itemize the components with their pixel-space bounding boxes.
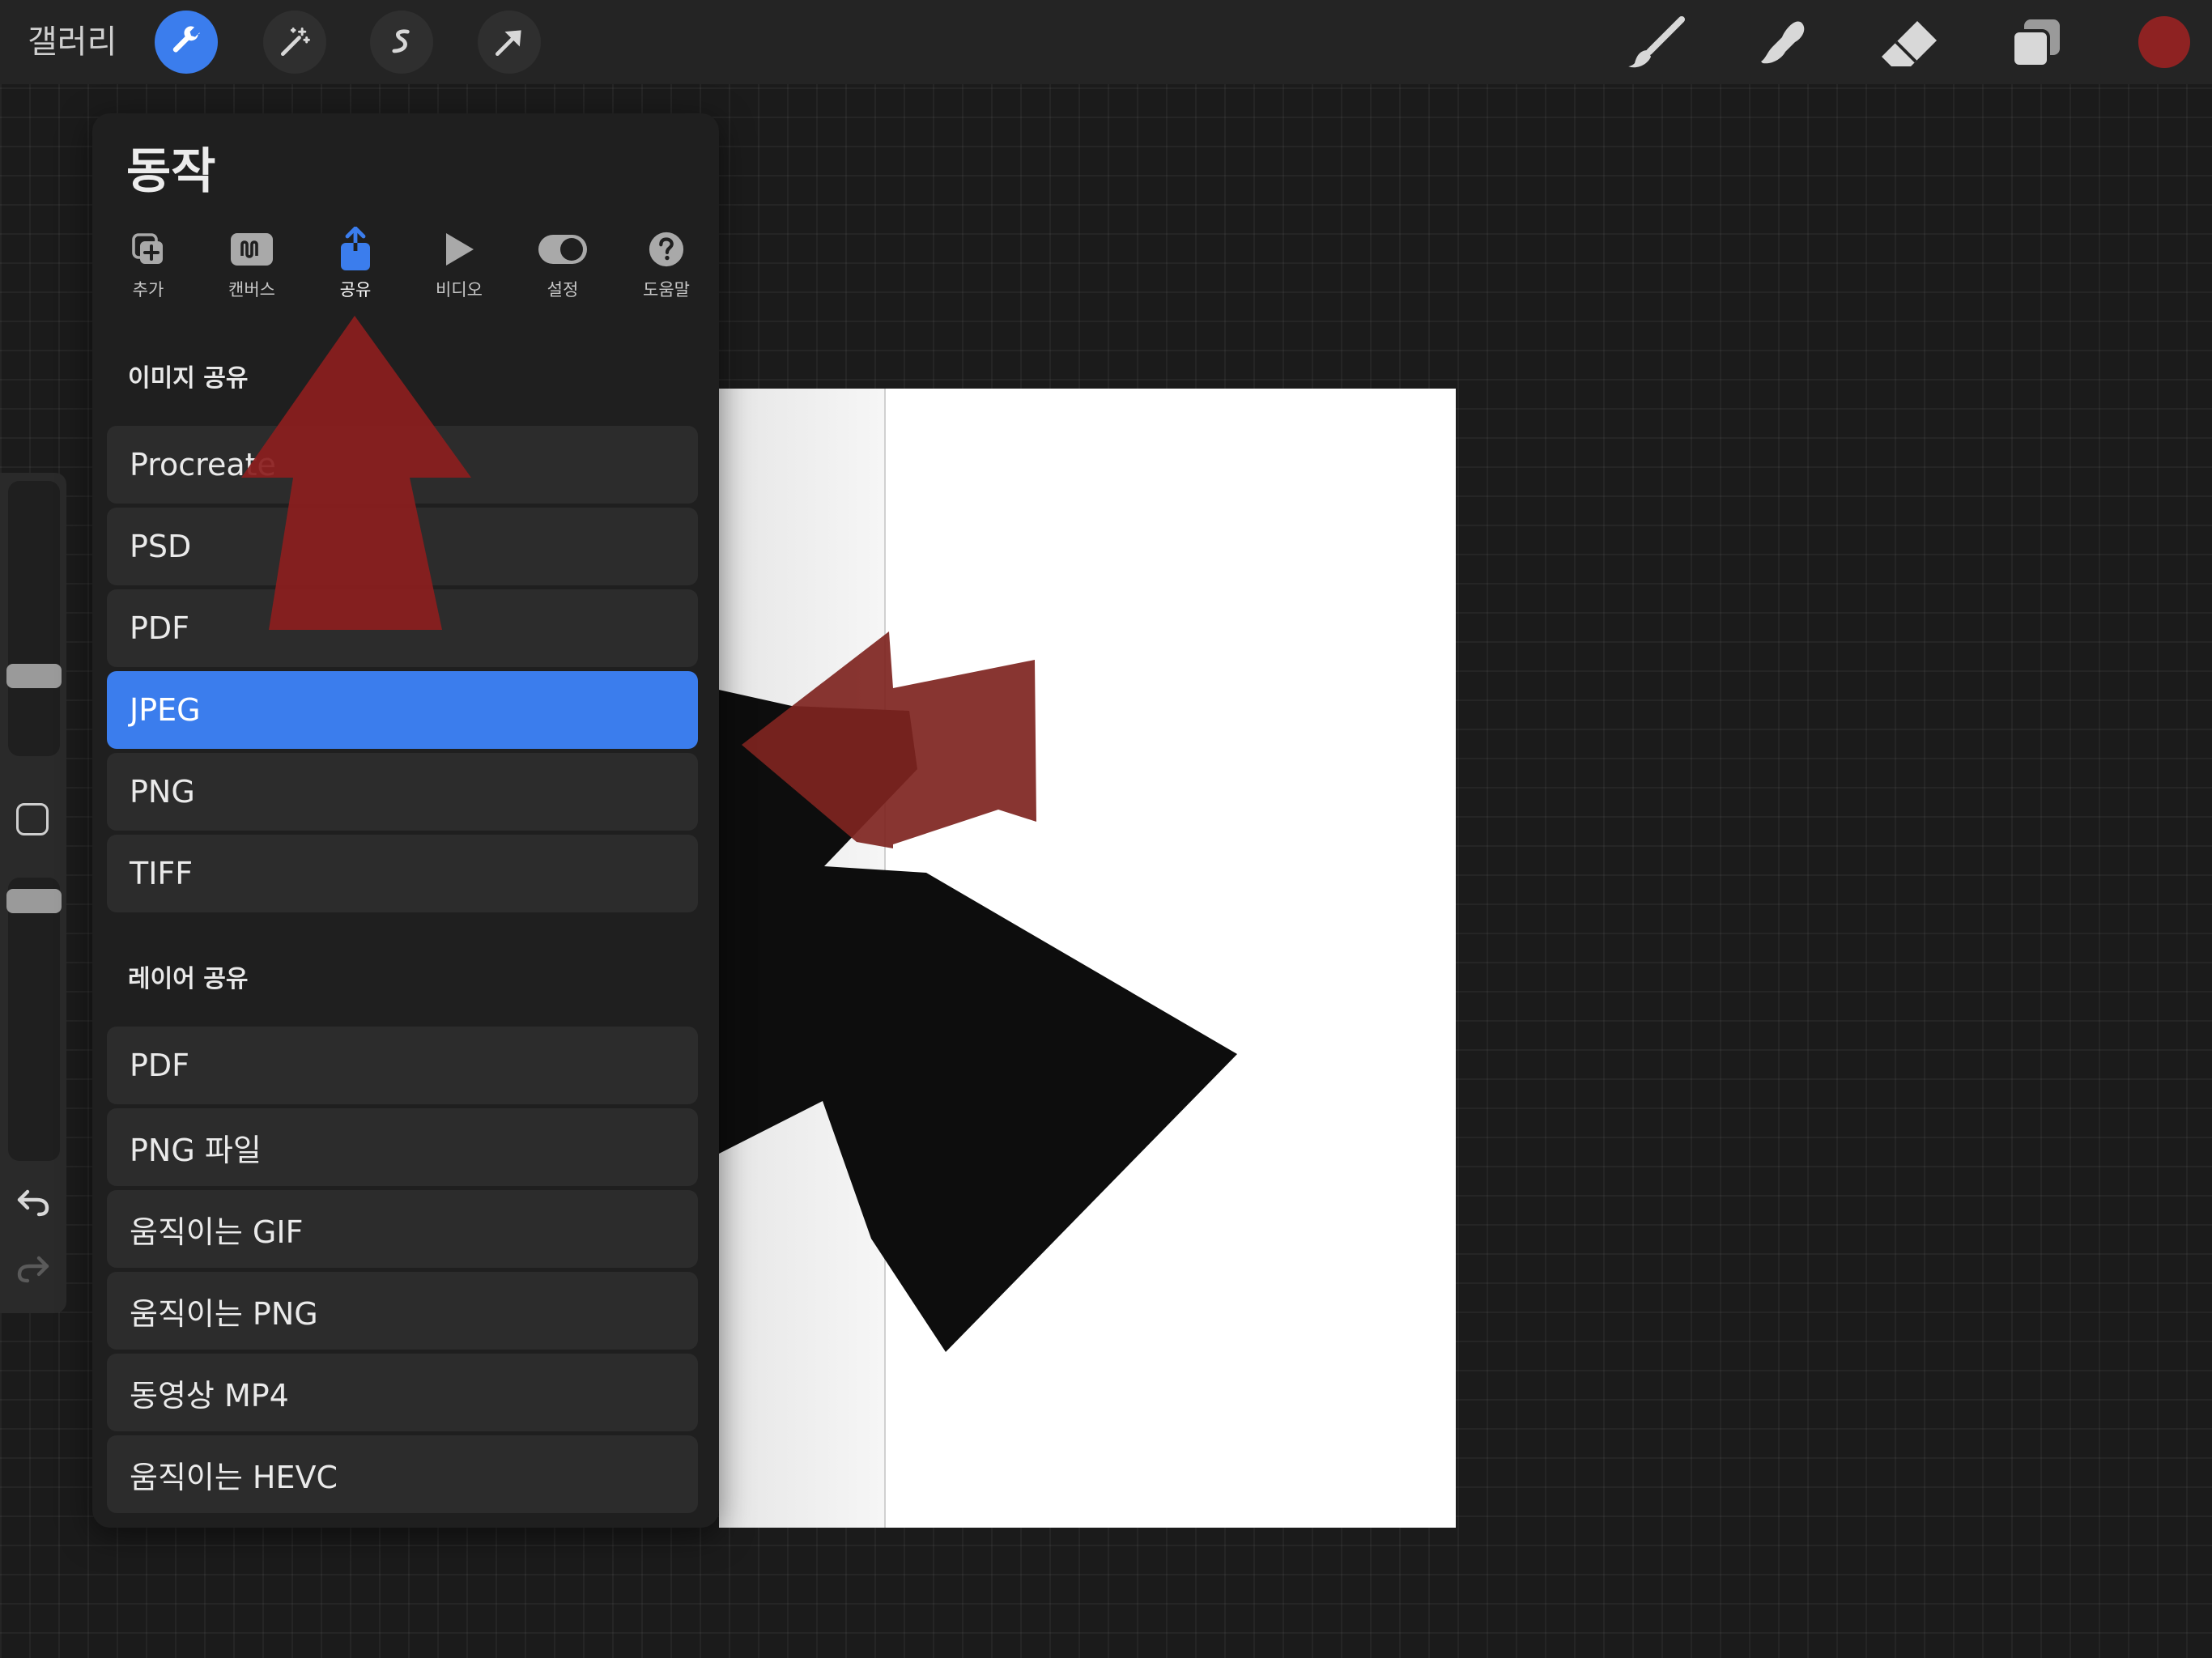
tab-help[interactable]: 도움말 bbox=[615, 227, 718, 316]
layers-button[interactable] bbox=[2010, 16, 2063, 70]
selection-button[interactable] bbox=[370, 11, 433, 74]
undo-icon bbox=[17, 1189, 49, 1217]
play-icon bbox=[446, 233, 474, 266]
layer-item-animated-gif[interactable]: 움직이는 GIF bbox=[107, 1190, 698, 1268]
share-item-label: Procreate bbox=[130, 447, 276, 483]
layer-item-png-files[interactable]: PNG 파일 bbox=[107, 1108, 698, 1186]
layer-item-pdf[interactable]: PDF bbox=[107, 1027, 698, 1104]
canvas-icon bbox=[231, 233, 273, 266]
layer-item-mp4[interactable]: 동영상 MP4 bbox=[107, 1354, 698, 1431]
layer-share-heading: 레이어 공유 bbox=[128, 965, 249, 993]
panel-title: 동작 bbox=[126, 143, 216, 200]
image-share-heading: 이미지 공유 bbox=[128, 364, 249, 393]
redo-icon bbox=[17, 1256, 49, 1283]
add-icon bbox=[132, 233, 163, 264]
move-arrow-icon bbox=[495, 30, 521, 57]
tab-video[interactable]: 비디오 bbox=[407, 227, 511, 316]
share-icon bbox=[341, 227, 370, 270]
brush-icon bbox=[1628, 16, 1685, 68]
layer-item-label: 동영상 MP4 bbox=[130, 1377, 289, 1414]
brush-button[interactable] bbox=[1623, 15, 1688, 71]
tab-video-label: 비디오 bbox=[436, 280, 483, 300]
canvas-drawing bbox=[719, 631, 1237, 1352]
tab-share[interactable]: 공유 bbox=[304, 227, 407, 316]
redo-button[interactable] bbox=[15, 1252, 52, 1287]
color-swatch[interactable] bbox=[2138, 16, 2190, 68]
gallery-button[interactable]: 갤러리 bbox=[28, 18, 117, 66]
toggle-icon bbox=[538, 235, 587, 264]
brush-opacity-slider[interactable] bbox=[8, 878, 60, 1161]
layer-item-label: 움직이는 PNG bbox=[130, 1295, 318, 1332]
share-item-label: PSD bbox=[130, 529, 192, 564]
eraser-icon bbox=[1882, 21, 1937, 66]
left-sidebar bbox=[0, 473, 66, 1313]
share-item-label: JPEG bbox=[130, 692, 201, 728]
share-item-pdf[interactable]: PDF bbox=[107, 589, 698, 667]
top-toolbar: 갤러리 bbox=[0, 0, 2212, 84]
drawing-canvas[interactable] bbox=[719, 389, 1456, 1528]
transform-button[interactable] bbox=[478, 11, 541, 74]
share-item-procreate[interactable]: Procreate bbox=[107, 426, 698, 504]
wrench-icon bbox=[172, 26, 200, 53]
layer-item-label: 움직이는 HEVC bbox=[130, 1459, 338, 1495]
layer-item-hevc[interactable]: 움직이는 HEVC bbox=[107, 1435, 698, 1513]
layer-item-label: PDF bbox=[130, 1048, 190, 1083]
share-item-label: PNG bbox=[130, 774, 195, 810]
layer-item-label: 움직이는 GIF bbox=[130, 1214, 304, 1250]
share-item-psd[interactable]: PSD bbox=[107, 508, 698, 585]
layer-item-label: PNG 파일 bbox=[130, 1132, 262, 1168]
tab-settings[interactable]: 설정 bbox=[511, 227, 615, 316]
selection-s-icon bbox=[392, 29, 410, 53]
tab-help-label: 도움말 bbox=[643, 280, 690, 300]
share-item-jpeg[interactable]: JPEG bbox=[107, 671, 698, 749]
brush-size-slider[interactable] bbox=[8, 481, 60, 756]
layer-item-animated-png[interactable]: 움직이는 PNG bbox=[107, 1272, 698, 1350]
eraser-button[interactable] bbox=[1878, 16, 1940, 70]
adjustments-button[interactable] bbox=[263, 11, 326, 74]
modify-square-button[interactable] bbox=[16, 803, 49, 835]
tab-add-label: 추가 bbox=[132, 280, 164, 300]
magic-wand-icon bbox=[280, 28, 310, 57]
undo-button[interactable] bbox=[15, 1185, 52, 1221]
tab-add[interactable]: 추가 bbox=[96, 227, 200, 316]
help-icon bbox=[649, 232, 684, 267]
share-item-label: TIFF bbox=[130, 856, 194, 891]
layers-icon bbox=[2011, 19, 2060, 68]
brush-opacity-thumb[interactable] bbox=[6, 889, 62, 913]
share-item-png[interactable]: PNG bbox=[107, 753, 698, 831]
actions-wrench-button[interactable] bbox=[155, 11, 218, 74]
tab-settings-label: 설정 bbox=[547, 280, 579, 300]
smudge-icon bbox=[1761, 21, 1805, 64]
tab-canvas[interactable]: 캔버스 bbox=[200, 227, 304, 316]
brush-size-thumb[interactable] bbox=[6, 664, 62, 688]
tab-canvas-label: 캔버스 bbox=[228, 280, 275, 300]
tab-share-label: 공유 bbox=[339, 280, 372, 300]
actions-panel: 동작 추가 캔버스 공유 비디오 설정 도움말 이미지 공유 Procreate… bbox=[92, 113, 719, 1528]
share-item-label: PDF bbox=[130, 610, 190, 646]
smudge-button[interactable] bbox=[1753, 13, 1813, 73]
share-item-tiff[interactable]: TIFF bbox=[107, 835, 698, 912]
